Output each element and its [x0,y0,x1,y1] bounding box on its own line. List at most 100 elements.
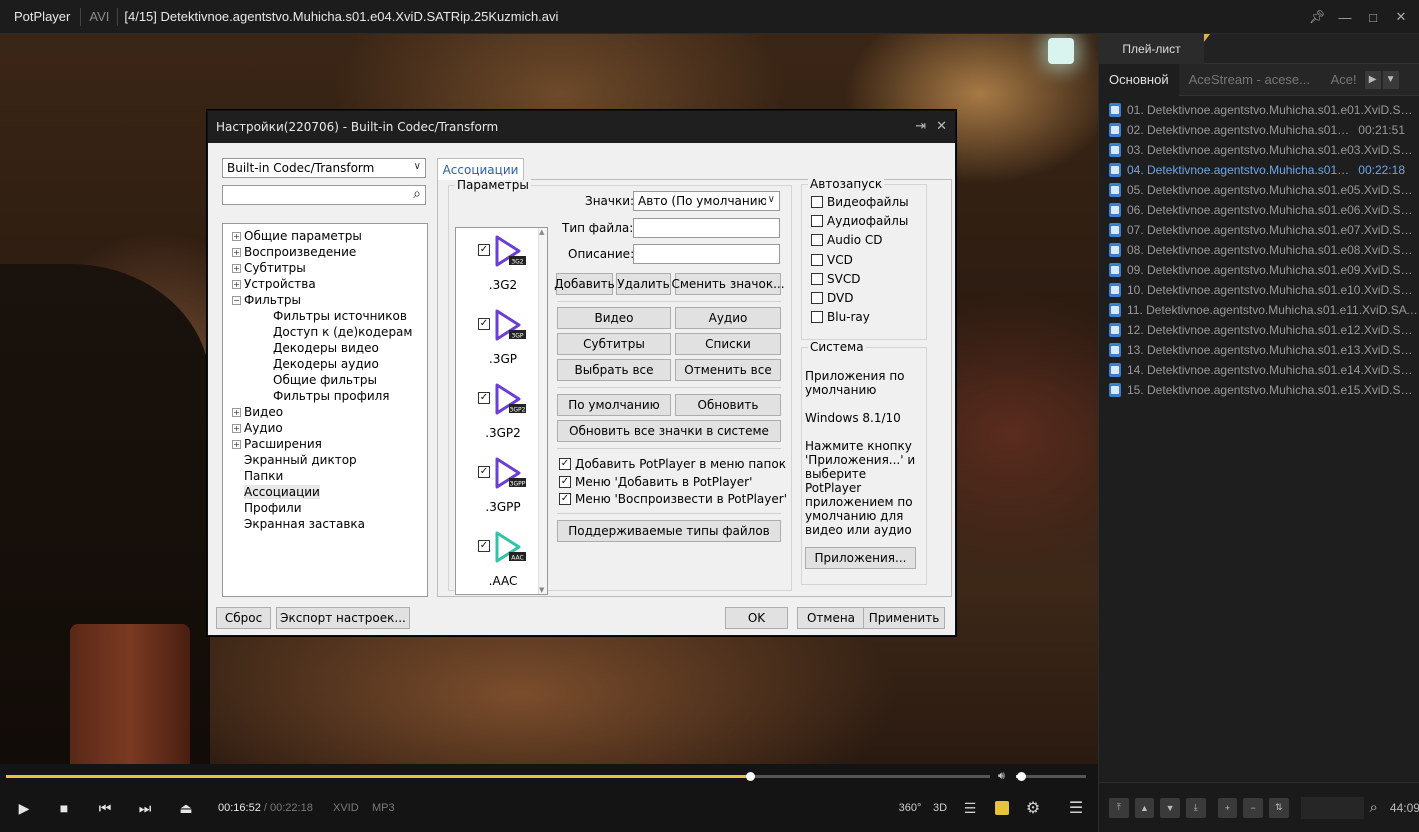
autorun-checkbox[interactable] [811,196,823,208]
tree-item[interactable]: Папки [223,468,427,484]
playlist-search-box[interactable] [1300,796,1364,819]
sort-icon[interactable]: ⇅ [1268,797,1289,818]
autorun-checkbox[interactable] [811,292,823,304]
seek-handle[interactable] [745,772,755,781]
expand-icon[interactable]: + [232,439,241,449]
deselect-all-button[interactable]: Отменить все [675,359,781,381]
move-up-icon[interactable]: ▲ [1134,797,1155,818]
tree-item[interactable]: Профили [223,500,427,516]
file-type-item[interactable]: ✓ 3GP2 .3GP2 [456,380,540,450]
category-select[interactable]: Built-in Codec/Transform ∨ [222,158,426,178]
add-button[interactable]: Добавить [554,273,615,295]
tree-item[interactable]: Экранный диктор [223,452,427,468]
lists-button[interactable]: Списки [675,333,781,355]
next-icon[interactable]: ⏭︎ [131,797,159,819]
autorun-checkbox[interactable] [811,215,823,228]
tree-item[interactable]: + Субтитры [223,260,427,276]
previous-icon[interactable]: ⏮︎ [91,797,119,819]
stop-icon[interactable]: ■ [50,797,78,819]
ok-button[interactable]: OK [725,607,788,629]
expand-icon[interactable]: + [232,407,241,417]
supported-types-button[interactable]: Поддерживаемые типы файлов [557,520,781,542]
playlist-item[interactable]: 03. Detektivnoe.agentstvo.Muhicha.s01.e0… [1099,140,1419,160]
app-menu-button[interactable]: PotPlayer [0,9,80,24]
autorun-checkbox[interactable] [811,253,823,266]
playlist-item[interactable]: 01. Detektivnoe.agentstvo.Muhicha.s01.e0… [1099,100,1419,120]
collapse-icon[interactable]: − [232,295,241,305]
playlist-item[interactable]: 06. Detektivnoe.agentstvo.Muhicha.s01.e0… [1099,200,1419,220]
file-type-checkbox[interactable]: ✓ [478,392,490,404]
minimize-icon[interactable]: — [1333,5,1357,29]
file-type-item[interactable]: ✓ AAC .AAC [456,528,540,594]
search-icon[interactable]: ⌕ [413,186,421,202]
expand-icon[interactable]: + [232,263,241,273]
export-settings-button[interactable]: Экспорт настроек... [276,607,410,629]
checkbox-play-menu[interactable]: ✓ [559,493,571,505]
volume-icon[interactable]: 🔊︎ [998,770,1005,783]
maximize-icon[interactable]: □ [1361,5,1385,29]
autorun-option[interactable]: DVD [811,291,853,305]
playlist-item[interactable]: 05. Detektivnoe.agentstvo.Muhicha.s01.e0… [1099,180,1419,200]
playlist-toggle-icon[interactable] [991,797,1013,819]
apps-button[interactable]: Приложения... [805,547,916,569]
play-icon[interactable]: ▶ [10,797,38,819]
volume-handle[interactable] [1016,772,1026,781]
default-button[interactable]: По умолчанию [557,394,671,416]
file-type-item[interactable]: ✓ 3GPP .3GPP [456,454,540,524]
select-all-button[interactable]: Выбрать все [557,359,671,381]
playlist-item[interactable]: 10. Detektivnoe.agentstvo.Muhicha.s01.e1… [1099,280,1419,300]
pin-icon[interactable]: 📌︎ [1305,5,1329,29]
add-icon[interactable]: + [1217,797,1238,818]
menu-icon[interactable]: ☰ [1064,797,1088,819]
autorun-option[interactable]: Audio CD [811,233,883,247]
move-down-icon[interactable]: ▼ [1160,797,1180,818]
move-bottom-icon[interactable]: ⤓ [1185,797,1206,818]
tree-item[interactable]: Декодеры аудио [223,356,427,372]
remove-icon[interactable]: − [1243,797,1263,818]
volume-slider[interactable] [1016,772,1086,781]
change-icon-button[interactable]: Сменить значок... [671,273,785,295]
vr-360-icon[interactable]: 360° [898,797,922,819]
delete-button[interactable]: Удалить [616,273,671,295]
playlist-item[interactable]: 14. Detektivnoe.agentstvo.Muhicha.s01.e1… [1099,360,1419,380]
tree-item[interactable]: + Общие параметры [223,228,427,244]
autorun-checkbox[interactable] [811,272,823,285]
tree-item[interactable]: Фильтры источников [223,308,427,324]
autorun-checkbox[interactable] [811,311,823,324]
audio-button[interactable]: Аудио [675,307,781,329]
playlist-tab-acestream[interactable]: AceStream - acese... [1179,64,1321,96]
playlist-item[interactable]: 15. Detektivnoe.agentstvo.Muhicha.s01.e1… [1099,380,1419,400]
move-top-icon[interactable]: ⤒ [1109,797,1129,818]
tree-item[interactable]: + Видео [223,404,427,420]
tree-item[interactable]: Доступ к (де)кодерам [223,324,427,340]
playlist-item[interactable]: 11. Detektivnoe.agentstvo.Muhicha.s01.e1… [1099,300,1419,320]
close-icon[interactable]: ✕ [1389,5,1413,29]
close-icon[interactable]: ✕ [936,119,947,134]
tree-item[interactable]: Общие фильтры [223,372,427,388]
file-type-checkbox[interactable]: ✓ [478,244,490,256]
tree-item[interactable]: Декодеры видео [223,340,427,356]
search-icon[interactable]: ⌕ [1370,799,1378,816]
tree-item[interactable]: + Расширения [223,436,427,452]
subtitles-button[interactable]: Субтитры [557,333,671,355]
playlist-item[interactable]: 02. Detektivnoe.agentstvo.Muhicha.s01.e 0… [1099,120,1419,140]
tree-item[interactable]: Ассоциации [223,484,427,500]
refresh-all-icons-button[interactable]: Обновить все значки в системе [557,420,781,442]
playlist-item[interactable]: 12. Detektivnoe.agentstvo.Muhicha.s01.e1… [1099,320,1419,340]
apply-button[interactable]: Применить [863,607,945,629]
playlist-item[interactable]: 08. Detektivnoe.agentstvo.Muhicha.s01.e0… [1099,240,1419,260]
opt-add-menu[interactable]: ✓ Меню 'Добавить в PotPlayer' [559,475,752,489]
checkbox-add-menu[interactable]: ✓ [559,476,571,488]
playlist-item[interactable]: 04. Detektivnoe.agentstvo.Muhicha.s01.e 0… [1099,160,1419,180]
playlist-tab-main[interactable]: Основной [1099,64,1179,96]
opt-play-menu[interactable]: ✓ Меню 'Воспроизвести в PotPlayer' [559,492,787,506]
playlist-item[interactable]: 13. Detektivnoe.agentstvo.Muhicha.s01.e1… [1099,340,1419,360]
reset-button[interactable]: Сброс [216,607,271,629]
chevron-down-icon[interactable]: ▼ [1382,70,1399,89]
autorun-option[interactable]: Аудиофайлы [811,214,908,228]
tree-search-input[interactable]: ⌕ [222,185,426,205]
filetype-input[interactable] [633,218,780,238]
tree-item[interactable]: − Фильтры [223,292,427,308]
file-type-icon-list[interactable]: ▲ ▼ ✓ 3G2.3G2 ✓ 3GP .3GP ✓ 3GP2.3GP2 ✓ 3GPP .3GPP… [455,227,548,595]
autorun-checkbox[interactable] [811,234,823,247]
